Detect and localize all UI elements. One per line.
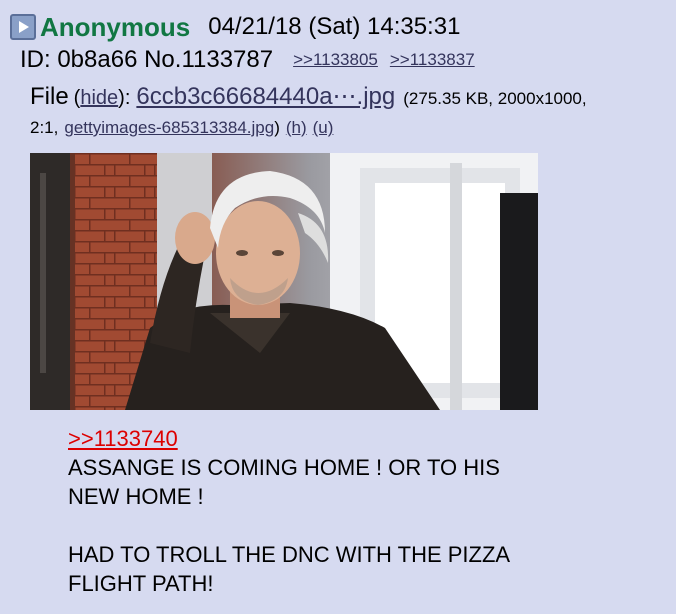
file-meta: (275.35 KB, 2000x1000, [403, 89, 587, 108]
play-arrow-glyph [19, 21, 29, 33]
message-line-2: NEW HOME ! [68, 484, 204, 509]
file-open-paren: ( [73, 87, 81, 109]
file-meta-close: ) [274, 118, 280, 137]
poster-name: Anonymous [40, 11, 191, 42]
post-datetime: 04/21/18 (Sat) 14:35:31 [208, 13, 461, 40]
file-name-link[interactable]: 6ccb3c66684440a⋯.jpg [136, 82, 395, 111]
post-id-line: ID: 0b8a66 No.1133787 >>1133805 >>113383… [20, 44, 475, 76]
file-info: File ( hide ): 6ccb3c66684440a⋯.jpg (275… [30, 82, 587, 114]
hide-image-link[interactable]: hide [80, 87, 118, 110]
quote-link[interactable]: >>1133740 [68, 424, 648, 453]
message-line-5: FLIGHT PATH! [68, 571, 214, 596]
backlink-1[interactable]: >>1133805 [293, 50, 378, 70]
file-info-cont: 2:1, gettyimages-685313384.jpg ) (h) (u) [30, 118, 333, 144]
search-u-link[interactable]: (u) [313, 118, 334, 138]
backlink-2[interactable]: >>1133837 [390, 50, 475, 70]
message-line-1: ASSANGE IS COMING HOME ! OR TO HIS [68, 455, 500, 480]
search-h-link[interactable]: (h) [286, 118, 307, 138]
post-container: Anonymous 04/21/18 (Sat) 14:35:31 ID: 0b… [0, 0, 676, 614]
file-label: File [30, 83, 69, 110]
post-message: >>1133740 ASSANGE IS COMING HOME ! OR TO… [68, 424, 648, 598]
play-arrow-icon[interactable] [10, 14, 36, 40]
original-filename-link[interactable]: gettyimages-685313384.jpg [64, 118, 274, 138]
file-close-paren: ): [118, 87, 131, 109]
post-id-number[interactable]: ID: 0b8a66 No.1133787 [20, 46, 273, 74]
message-line-4: HAD TO TROLL THE DNC WITH THE PIZZA [68, 542, 511, 567]
post-image-thumbnail[interactable] [30, 153, 538, 410]
post-header: Anonymous 04/21/18 (Sat) 14:35:31 [10, 10, 460, 44]
file-ratio: 2:1, [30, 118, 59, 137]
